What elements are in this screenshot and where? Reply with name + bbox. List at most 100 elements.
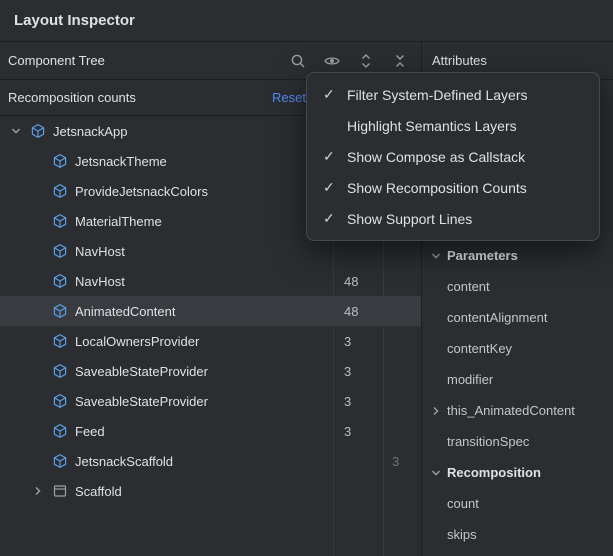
- chevron-spacer: [30, 423, 52, 439]
- attr-item-label: modifier: [447, 372, 493, 387]
- attr-item-content[interactable]: content: [422, 271, 613, 302]
- attr-item-this-animatedcontent[interactable]: this_AnimatedContent: [422, 395, 613, 426]
- compose-icon: [52, 183, 68, 199]
- attr-section-label: Parameters: [447, 248, 518, 263]
- compose-icon: [52, 423, 68, 439]
- compose-icon: [52, 393, 68, 409]
- menu-item-label: Show Compose as Callstack: [347, 149, 525, 165]
- tree-row-label: JetsnackScaffold: [75, 454, 173, 469]
- view-options-menu: ✓Filter System-Defined LayersHighlight S…: [306, 72, 600, 241]
- attr-item-contentkey[interactable]: contentKey: [422, 333, 613, 364]
- tree-row-label: AnimatedContent: [75, 304, 175, 319]
- tree-row-label: NavHost: [75, 274, 125, 289]
- attr-item-count[interactable]: count: [422, 488, 613, 519]
- menu-item-show-recomposition-counts[interactable]: ✓Show Recomposition Counts: [307, 172, 599, 203]
- compose-icon: [52, 303, 68, 319]
- chevron-spacer: [30, 393, 52, 409]
- recomposition-count: 3: [344, 386, 351, 416]
- chevron-down-icon[interactable]: [428, 248, 444, 264]
- attr-item-label: count: [447, 496, 479, 511]
- tree-row-label: NavHost: [75, 244, 125, 259]
- recomposition-skip-count: 3: [392, 446, 399, 476]
- view-options-eye-icon[interactable]: [323, 52, 341, 70]
- window-title-bar: Layout Inspector: [0, 0, 613, 42]
- recomposition-count: 48: [344, 296, 358, 326]
- tree-row-label: JetsnackApp: [53, 124, 127, 139]
- chevron-spacer: [30, 303, 52, 319]
- recomposition-counts-label: Recomposition counts: [8, 90, 136, 105]
- attributes-list: Parameters content contentAlignment content…: [422, 240, 613, 550]
- compose-icon: [52, 243, 68, 259]
- chevron-spacer: [30, 183, 52, 199]
- tree-row-scaffold[interactable]: Scaffold: [0, 476, 421, 506]
- component-tree-toolbar: [289, 52, 409, 70]
- recomposition-count: 3: [344, 356, 351, 386]
- menu-item-label: Highlight Semantics Layers: [347, 118, 517, 134]
- menu-item-label: Show Recomposition Counts: [347, 180, 527, 196]
- attr-section-recomposition[interactable]: Recomposition: [422, 457, 613, 488]
- tree-row-label: SaveableStateProvider: [75, 394, 208, 409]
- chevron-down-icon[interactable]: [428, 465, 444, 481]
- menu-item-show-compose-as-callstack[interactable]: ✓Show Compose as Callstack: [307, 141, 599, 172]
- chevron-spacer: [30, 363, 52, 379]
- attr-item-transitionspec[interactable]: transitionSpec: [422, 426, 613, 457]
- menu-item-show-support-lines[interactable]: ✓Show Support Lines: [307, 203, 599, 234]
- tree-row-localownersprovider[interactable]: LocalOwnersProvider 3: [0, 326, 421, 356]
- compose-icon: [52, 333, 68, 349]
- tree-row-jetsnackscaffold[interactable]: JetsnackScaffold 3: [0, 446, 421, 476]
- menu-item-label: Show Support Lines: [347, 211, 472, 227]
- chevron-right-icon[interactable]: [30, 483, 52, 499]
- tree-row-label: Scaffold: [75, 484, 122, 499]
- chevron-spacer: [30, 153, 52, 169]
- window-title: Layout Inspector: [14, 12, 135, 29]
- attr-item-skips[interactable]: skips: [422, 519, 613, 550]
- scaffold-icon: [52, 483, 68, 499]
- tree-row-label: ProvideJetsnackColors: [75, 184, 208, 199]
- reset-counts-link[interactable]: Reset: [272, 90, 306, 105]
- tree-row-feed[interactable]: Feed 3: [0, 416, 421, 446]
- tree-row-label: MaterialTheme: [75, 214, 162, 229]
- checkmark-icon: ✓: [323, 210, 347, 227]
- attr-item-label: contentAlignment: [447, 310, 547, 325]
- tree-row-saveablestateprovider[interactable]: SaveableStateProvider 3: [0, 356, 421, 386]
- tree-row-animatedcontent[interactable]: AnimatedContent 48: [0, 296, 421, 326]
- tree-row-saveablestateprovider[interactable]: SaveableStateProvider 3: [0, 386, 421, 416]
- attr-item-label: contentKey: [447, 341, 512, 356]
- chevron-right-icon[interactable]: [428, 403, 444, 419]
- tree-row-label: SaveableStateProvider: [75, 364, 208, 379]
- chevron-spacer: [30, 213, 52, 229]
- attr-section-parameters[interactable]: Parameters: [422, 240, 613, 271]
- attr-item-modifier[interactable]: modifier: [422, 364, 613, 395]
- checkmark-icon: ✓: [323, 148, 347, 165]
- attributes-title: Attributes: [432, 53, 487, 68]
- chevron-down-icon[interactable]: [8, 123, 30, 139]
- compose-icon: [30, 123, 46, 139]
- attr-item-label: skips: [447, 527, 477, 542]
- collapse-all-icon[interactable]: [391, 52, 409, 70]
- tree-row-label: LocalOwnersProvider: [75, 334, 199, 349]
- tree-row-label: Feed: [75, 424, 105, 439]
- chevron-spacer: [30, 243, 52, 259]
- tree-row-label: JetsnackTheme: [75, 154, 167, 169]
- compose-icon: [52, 273, 68, 289]
- recomposition-count: 3: [344, 326, 351, 356]
- menu-item-filter-system-defined-layers[interactable]: ✓Filter System-Defined Layers: [307, 79, 599, 110]
- recomposition-count: 48: [344, 266, 358, 296]
- recomposition-count: 3: [344, 416, 351, 446]
- menu-item-label: Filter System-Defined Layers: [347, 87, 528, 103]
- attr-item-contentalignment[interactable]: contentAlignment: [422, 302, 613, 333]
- search-icon[interactable]: [289, 52, 307, 70]
- compose-icon: [52, 453, 68, 469]
- compose-icon: [52, 153, 68, 169]
- expand-all-icon[interactable]: [357, 52, 375, 70]
- chevron-spacer: [30, 273, 52, 289]
- attr-item-label: transitionSpec: [447, 434, 529, 449]
- menu-item-highlight-semantics-layers[interactable]: Highlight Semantics Layers: [307, 110, 599, 141]
- checkmark-icon: ✓: [323, 86, 347, 103]
- attr-item-label: this_AnimatedContent: [447, 403, 575, 418]
- tree-row-navhost[interactable]: NavHost 48: [0, 266, 421, 296]
- attr-item-label: content: [447, 279, 490, 294]
- checkmark-icon: ✓: [323, 179, 347, 196]
- attr-section-label: Recomposition: [447, 465, 541, 480]
- chevron-spacer: [30, 333, 52, 349]
